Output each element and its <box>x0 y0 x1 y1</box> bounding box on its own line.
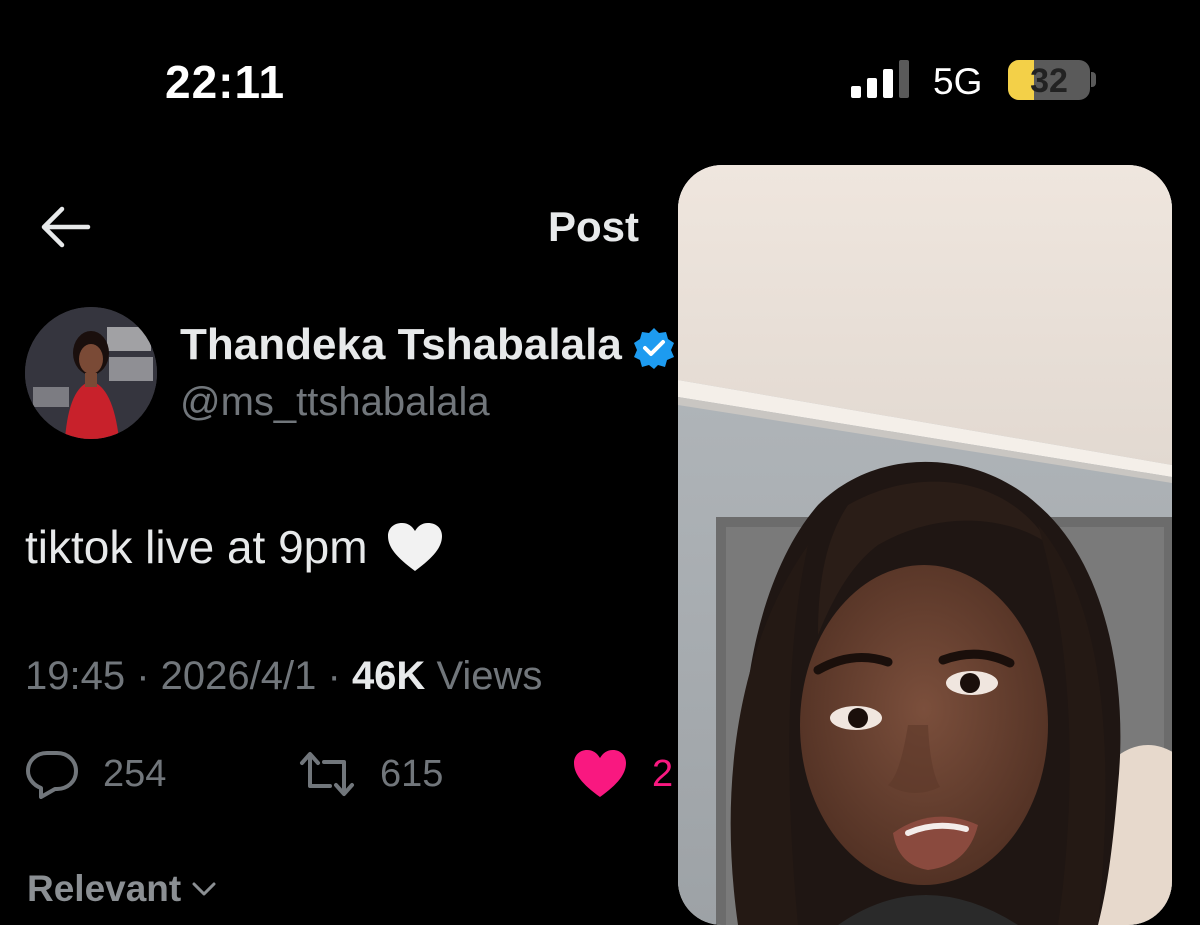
battery-tip <box>1091 72 1096 87</box>
white-heart-icon <box>387 523 442 571</box>
author-name[interactable]: Thandeka Tshabalala <box>180 320 622 370</box>
heart-filled-icon <box>574 750 626 797</box>
chevron-down-icon <box>192 882 216 896</box>
post-time: 19:45 <box>25 654 126 698</box>
meta-separator: · <box>327 654 352 698</box>
author-handle[interactable]: @ms_ttshabalala <box>180 380 490 425</box>
page-title: Post <box>548 203 640 250</box>
floating-video-player[interactable] <box>678 165 1172 925</box>
post-meta: 19:45 · 2026/4/1 · 46K Views <box>25 654 542 699</box>
network-type: 5G <box>933 61 983 102</box>
battery-charging-icon: 32 <box>1008 60 1090 100</box>
replies-sort-dropdown[interactable]: Relevant <box>27 868 217 910</box>
status-time: 22:11 <box>165 56 286 108</box>
battery-percent: 32 <box>1030 62 1068 100</box>
post-date: 2026/4/1 <box>160 654 317 698</box>
video-frame <box>678 165 1172 925</box>
avatar-image <box>25 307 157 439</box>
like-count: 2 <box>652 752 674 795</box>
repost-icon <box>300 752 354 796</box>
verified-badge-icon <box>634 328 674 369</box>
views-count: 46K <box>351 654 426 698</box>
reply-count: 254 <box>103 752 167 795</box>
sort-label: Relevant <box>27 868 182 909</box>
reply-button[interactable]: 254 <box>25 748 166 800</box>
signal-icon <box>851 60 909 98</box>
post-text: tiktok live at 9pm <box>25 520 444 574</box>
reply-icon <box>26 751 78 799</box>
repost-button[interactable]: 615 <box>298 748 443 800</box>
views-label: Views <box>436 654 543 698</box>
repost-count: 615 <box>380 752 444 795</box>
like-button[interactable]: 2 <box>572 748 673 800</box>
avatar[interactable] <box>25 307 157 439</box>
back-arrow-icon[interactable] <box>40 205 92 249</box>
post-body: tiktok live at 9pm <box>25 521 368 573</box>
meta-separator: · <box>136 654 161 698</box>
